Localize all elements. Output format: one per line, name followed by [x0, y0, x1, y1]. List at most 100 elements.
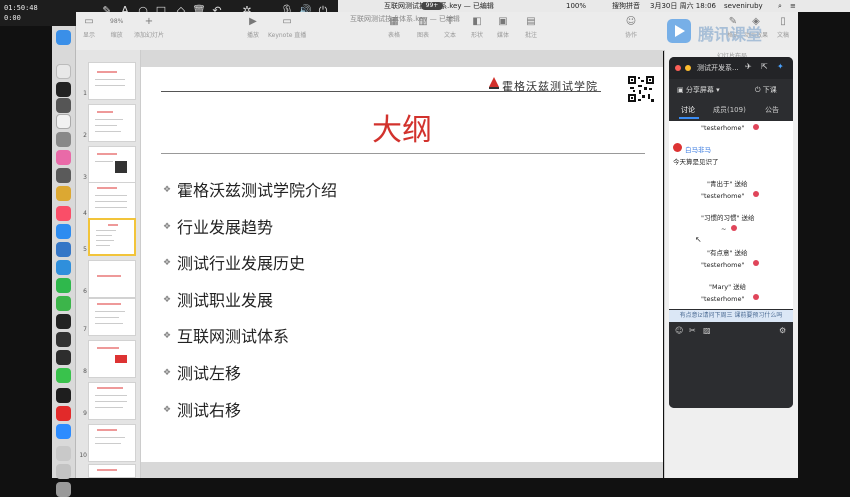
media-icon: ▣: [498, 16, 508, 27]
flower-gift-icon: [753, 294, 759, 300]
slide-thumbnail[interactable]: [88, 260, 136, 298]
bullet-diamond-icon: ❖: [163, 294, 172, 305]
image-icon[interactable]: ▨: [703, 326, 711, 335]
gift-recipient: "testerhome": [701, 192, 745, 200]
share-screen-button[interactable]: ▣ 分享屏幕 ▾: [677, 85, 720, 95]
plus-icon: +: [144, 16, 154, 27]
slide-thumbnail[interactable]: [88, 382, 136, 420]
app-icon[interactable]: [56, 278, 71, 293]
app-icon[interactable]: [56, 186, 71, 201]
tab-discussion[interactable]: 讨论: [681, 105, 695, 115]
window-title: 互联网测试技术体系.key — 已编辑: [350, 15, 460, 23]
comment-icon: ▤: [526, 16, 536, 27]
screen-edge: [798, 12, 850, 478]
bullet-diamond-icon: ❖: [163, 257, 172, 268]
pdf-icon[interactable]: [56, 406, 71, 421]
input-method-label[interactable]: 搜狗拼音: [612, 0, 640, 12]
app-icon[interactable]: [56, 132, 71, 147]
app-store-icon[interactable]: [56, 224, 71, 239]
wechat-icon[interactable]: [56, 368, 71, 383]
scissors-icon[interactable]: ✂: [689, 326, 696, 335]
app-icon[interactable]: [56, 296, 71, 311]
launchpad-icon[interactable]: [56, 98, 71, 113]
end-class-button[interactable]: ⏻ 下课: [755, 85, 777, 95]
sender-name[interactable]: 白马非马: [685, 144, 711, 154]
app-icon[interactable]: [56, 168, 71, 183]
school-logo-icon: [489, 77, 499, 89]
emoji-icon[interactable]: ☺: [675, 326, 683, 335]
menu-list-icon[interactable]: ≡: [790, 0, 796, 12]
media-button[interactable]: ▣ 媒体: [496, 16, 510, 39]
play-button[interactable]: ▶ 播放: [246, 16, 260, 39]
search-icon[interactable]: ⌕: [778, 0, 782, 12]
bullet-diamond-icon: ❖: [163, 330, 172, 341]
chrome-icon[interactable]: [56, 64, 71, 79]
zoom-menu[interactable]: 98% 缩放: [110, 16, 123, 39]
music-icon[interactable]: [56, 206, 71, 221]
tab-notice[interactable]: 公告: [765, 105, 779, 115]
keynote-live-button[interactable]: ▭ Keynote 直播: [268, 16, 306, 39]
user-name[interactable]: seveniruby: [724, 0, 763, 12]
calendar-icon[interactable]: [56, 114, 71, 129]
finder-icon[interactable]: [56, 30, 71, 45]
app-icon[interactable]: [56, 242, 71, 257]
slide-thumbnail[interactable]: [88, 298, 136, 336]
airplane-icon[interactable]: ✈: [745, 62, 752, 71]
bullet-item: ❖ 行业发展趋势: [163, 218, 274, 237]
shape-button[interactable]: ◧ 形状: [470, 16, 484, 39]
slide[interactable]: 霍格沃兹测试学院 大纲 ❖ 霍格沃兹测试学院介绍 ❖ 行业发展趋势 ❖ 测试行业发展历…: [141, 67, 663, 462]
end-icon: ⏻: [755, 86, 763, 94]
tab-members[interactable]: 成员(109): [713, 105, 746, 115]
gear-icon[interactable]: ⚙: [779, 326, 786, 335]
trash-icon[interactable]: [56, 482, 71, 497]
play-icon: ▶: [249, 16, 257, 27]
collaborate-button[interactable]: ☺ 协作: [624, 16, 638, 39]
gift-recipient: ~: [721, 225, 727, 233]
bullet-item: ❖ 测试行业发展历史: [163, 254, 306, 273]
chat-input-area[interactable]: ☺ ✂ ▨ ⚙: [669, 322, 793, 408]
latest-message-bar[interactable]: 有点意iz请问下周三 课前要预习什么吗: [669, 310, 793, 322]
chat-header: 测试开发系... ✈ ⇱ ✦: [669, 57, 793, 79]
qq-icon[interactable]: [56, 388, 71, 403]
qq-icon[interactable]: [56, 82, 71, 97]
slide-thumbnail[interactable]: [88, 424, 136, 462]
recording-timer: 01:50:48: [4, 4, 38, 12]
app-icon[interactable]: [56, 332, 71, 347]
bullet-item: ❖ 测试职业发展: [163, 291, 274, 310]
gift-message: "有点意" 送给: [707, 249, 748, 257]
slide-thumbnail[interactable]: [88, 340, 136, 378]
comment-button[interactable]: ▤ 批注: [524, 16, 538, 39]
avatar[interactable]: [673, 143, 682, 152]
slide-thumbnail[interactable]: [88, 62, 136, 100]
message-text: 今天算是见识了: [673, 158, 719, 166]
pin-icon[interactable]: ✦: [777, 62, 784, 71]
gift-recipient: "testerhome": [701, 295, 745, 303]
tencent-class-icon[interactable]: [56, 260, 71, 275]
view-button[interactable]: ▭ 显示: [82, 16, 96, 39]
bullet-item: ❖ 互联网测试体系: [163, 327, 290, 346]
app-icon[interactable]: [56, 350, 71, 365]
chevron-down-icon: ▾: [713, 86, 720, 94]
photos-icon[interactable]: [56, 150, 71, 165]
document-button[interactable]: ▯ 文稿: [776, 16, 790, 39]
bullet-diamond-icon: ❖: [163, 221, 172, 232]
minimize-dot-icon[interactable]: [685, 65, 691, 71]
terminal-icon[interactable]: [56, 314, 71, 329]
folder-icon[interactable]: [56, 464, 71, 479]
close-dot-icon[interactable]: [675, 65, 681, 71]
collaborate-icon: ☺: [625, 16, 637, 27]
slide-thumbnail[interactable]: [88, 104, 136, 142]
bullet-diamond-icon: ❖: [163, 367, 172, 378]
slide-thumbnail[interactable]: [88, 146, 136, 184]
slide-thumbnail[interactable]: [88, 464, 136, 478]
zoom-icon[interactable]: [56, 424, 71, 439]
clock: 3月30日 周六 18:06: [650, 2, 716, 10]
battery-percent: 100%: [566, 2, 587, 10]
folder-icon[interactable]: [56, 446, 71, 461]
popout-icon[interactable]: ⇱: [761, 62, 768, 71]
document-icon: ▯: [780, 16, 786, 27]
add-slide-button[interactable]: + 添加幻灯片: [134, 16, 164, 39]
slide-thumbnail[interactable]: [88, 182, 136, 220]
slide-thumbnail-selected[interactable]: [88, 218, 136, 256]
chat-message-list[interactable]: "testerhome" 白马非马 今天算是见识了 "青出于" 送给 "test…: [669, 121, 793, 309]
